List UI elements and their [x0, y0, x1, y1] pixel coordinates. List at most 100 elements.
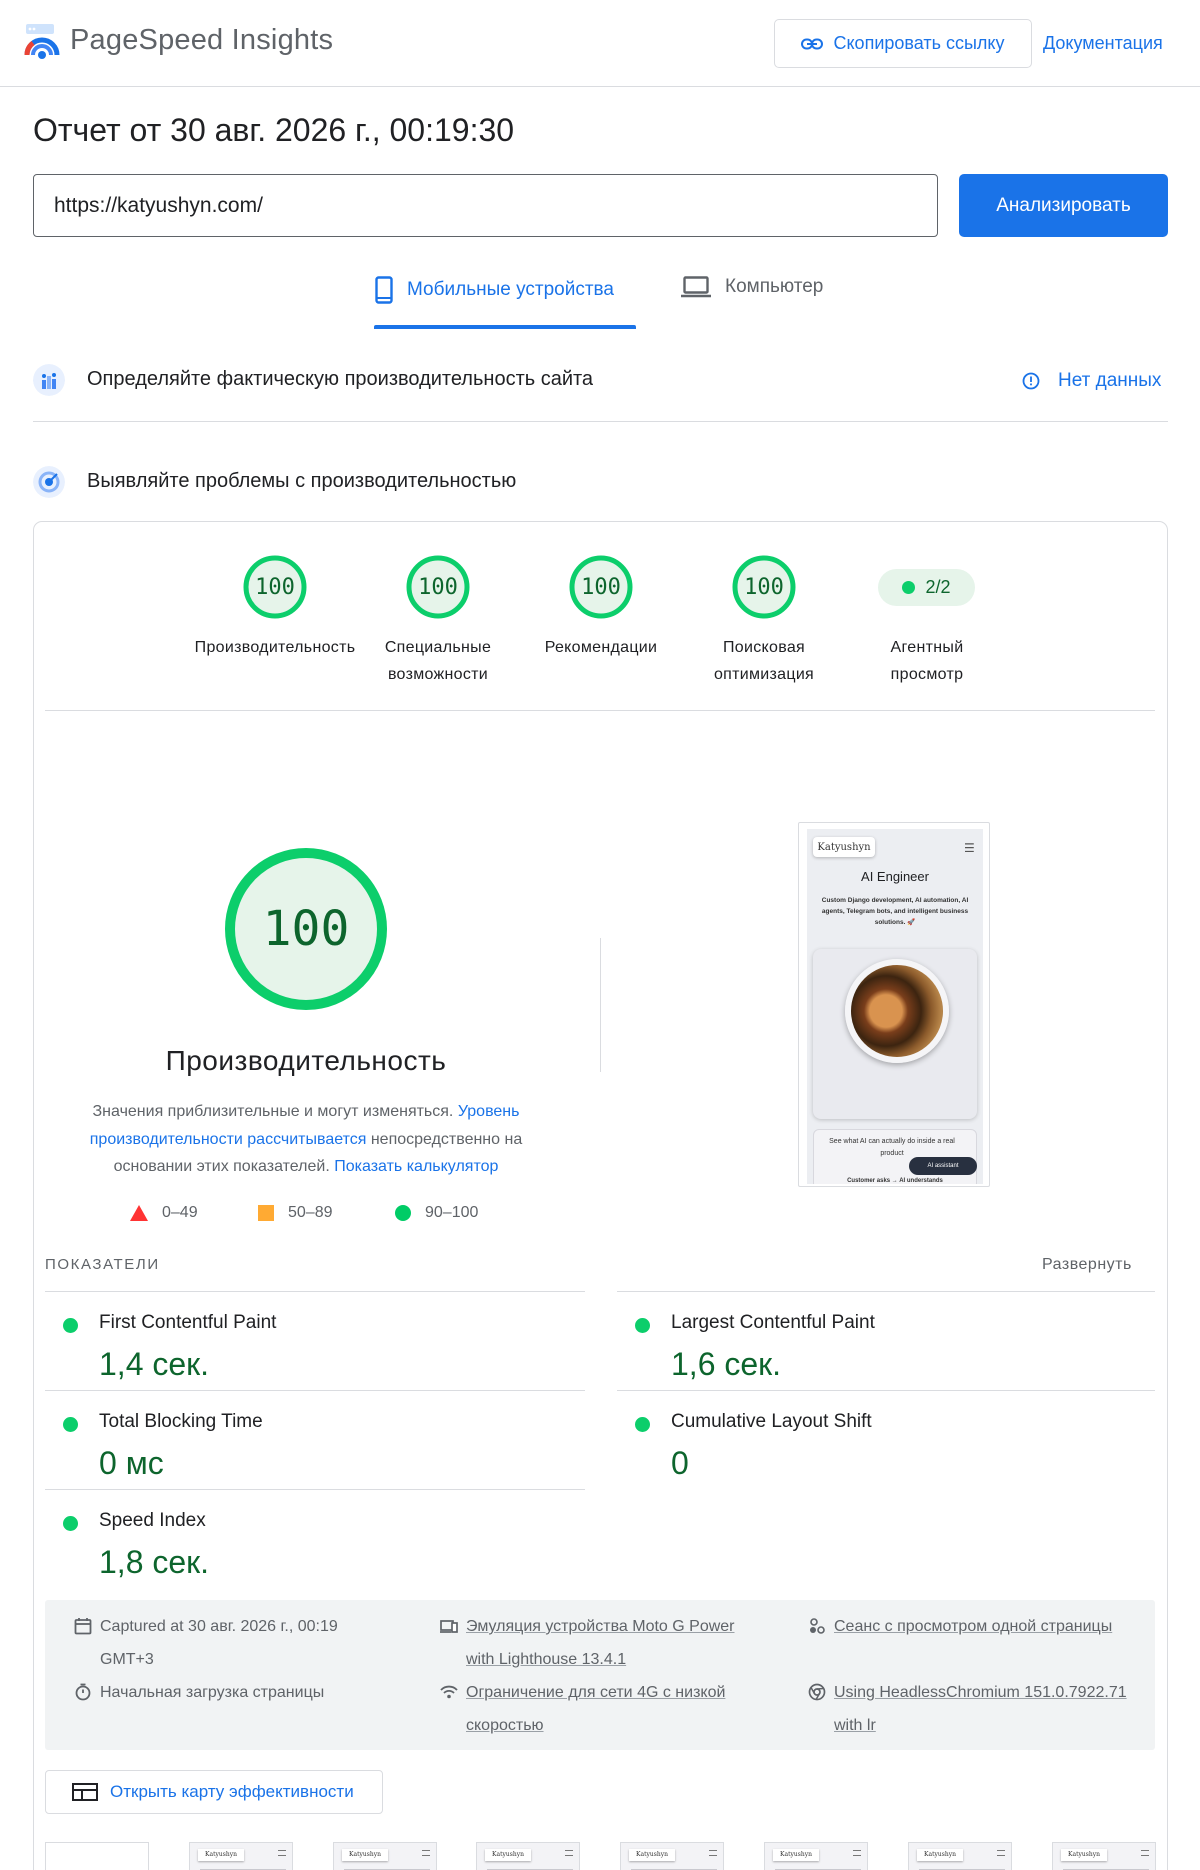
metrics-title: ПОКАЗАТЕЛИ: [45, 1256, 160, 1273]
treemap-icon: [72, 1783, 98, 1801]
url-input[interactable]: [33, 174, 938, 237]
legend-fail: 0–49: [130, 1204, 198, 1222]
tab-desktop[interactable]: Компьютер: [681, 276, 823, 298]
single-session-item[interactable]: Сеанс с просмотром одной страницы: [808, 1610, 1148, 1643]
screenshot-page: Katyushyn ☰ AI Engineer Custom Django de…: [807, 829, 983, 1184]
show-calculator-link[interactable]: Показать калькулятор: [334, 1158, 498, 1175]
vertical-divider: [600, 938, 601, 1072]
frame-brand: Katyushyn: [773, 1849, 819, 1861]
final-screenshot[interactable]: Katyushyn ☰ AI Engineer Custom Django de…: [798, 822, 990, 1187]
filmstrip-frame: Katyushyn: [764, 1842, 868, 1870]
legend-pass: 90–100: [395, 1204, 478, 1222]
performance-score-gauge[interactable]: 100: [242, 554, 308, 620]
lab-data-title: Выявляйте проблемы с производительностью: [87, 470, 517, 492]
metric-name: First Contentful Paint: [99, 1312, 277, 1333]
analyze-button[interactable]: Анализировать: [959, 174, 1168, 237]
pass-dot-icon: [902, 581, 916, 594]
app-title: PageSpeed Insights: [70, 24, 334, 56]
screenshot-ai-button: AI assistant: [909, 1157, 977, 1175]
metric-name: Total Blocking Time: [99, 1411, 263, 1432]
screenshot-bottom-text: Customer asks → AI understands: [847, 1178, 943, 1184]
link-icon: [801, 38, 824, 49]
screenshot-brand: Katyushyn: [813, 837, 875, 857]
frame-menu-icon: [853, 1850, 861, 1856]
legend-pass-range: 90–100: [425, 1204, 479, 1221]
captured-at-line-1: Captured at 30 авг. 2026 г., 00:19: [100, 1618, 338, 1635]
browser-version-item[interactable]: Using HeadlessChromium 151.0.7922.71 with…: [808, 1676, 1148, 1742]
filmstrip-frame: Katyushyn: [333, 1842, 437, 1870]
screenshot-text: Custom Django development, AI automation…: [821, 897, 969, 926]
captured-at-line-2: GMT+3: [100, 1651, 154, 1668]
calendar-icon: [74, 1618, 92, 1635]
seo-score-gauge[interactable]: 100: [731, 554, 797, 620]
frame-brand: Katyushyn: [629, 1849, 675, 1861]
performance-category-label: Производительность: [194, 639, 356, 656]
expand-metrics-toggle[interactable]: Развернуть: [1042, 1256, 1132, 1274]
active-tab-indicator: [374, 325, 636, 329]
agent-browsing-label: Агентный просмотр: [890, 639, 964, 683]
pass-dot-icon: [63, 1417, 78, 1432]
metric-lcp: Largest Contentful Paint 1,6 сек.: [617, 1292, 1157, 1390]
metric-tbt: Total Blocking Time 0 мс: [45, 1391, 585, 1489]
frame-menu-icon: [278, 1850, 286, 1856]
accessibility-score: 100: [418, 574, 458, 600]
best-practices-score: 100: [581, 574, 621, 600]
frame-menu-icon: [565, 1850, 573, 1856]
throttle-line-1: Ограничение для сети 4G с низкой: [466, 1684, 726, 1701]
report-title: Отчет от 30 авг. 2026 г., 00:19:30: [33, 112, 515, 148]
session-dots-icon: [810, 1618, 825, 1634]
mobile-phone-icon: [375, 276, 393, 304]
tab-mobile-label: Мобильные устройства: [407, 279, 614, 300]
metric-value: 1,4 сек.: [99, 1346, 210, 1382]
pass-circle-icon: [395, 1205, 411, 1221]
copy-link-button[interactable]: Скопировать ссылку: [774, 19, 1032, 68]
network-throttling-item[interactable]: Ограничение для сети 4G с низкой скорость…: [440, 1676, 770, 1742]
devices-icon: [440, 1620, 458, 1633]
documentation-link[interactable]: Документация: [1043, 33, 1163, 54]
frame-menu-icon: [709, 1850, 717, 1856]
legend-average: 50–89: [258, 1204, 333, 1222]
chrome-icon: [808, 1683, 826, 1701]
pass-dot-icon: [635, 1318, 650, 1333]
field-data-title: Определяйте фактическую производительнос…: [87, 368, 594, 390]
filmstrip-frame: Katyushyn: [189, 1842, 293, 1870]
view-treemap-button[interactable]: Открыть карту эффективности: [45, 1770, 383, 1814]
no-data-status[interactable]: Нет данных: [1022, 370, 1161, 392]
agent-browsing-value: 2/2: [925, 577, 951, 597]
treemap-label: Открыть карту эффективности: [110, 1782, 354, 1801]
section-divider: [33, 421, 1168, 422]
performance-title: Производительность: [165, 1045, 447, 1076]
legend-fail-range: 0–49: [162, 1204, 198, 1221]
initial-load-item: Начальная загрузка страницы: [74, 1676, 394, 1709]
device-emulation-item[interactable]: Эмуляция устройства Moto G Power with Lig…: [440, 1610, 770, 1676]
perf-desc-text-1: Значения приблизительные и могут изменят…: [92, 1103, 458, 1120]
fail-triangle-icon: [130, 1205, 148, 1221]
agent-browsing-badge[interactable]: 2/2: [878, 569, 975, 606]
wifi-signal-icon: [440, 1685, 458, 1699]
metric-cls: Cumulative Layout Shift 0: [617, 1391, 1157, 1489]
users-chart-icon: [33, 364, 65, 396]
metric-value: 0 мс: [99, 1445, 164, 1481]
accessibility-category-label: Специальные возможности: [384, 639, 492, 683]
laptop-icon: [681, 276, 711, 298]
accessibility-score-gauge[interactable]: 100: [405, 554, 471, 620]
screenshot-heading: AI Engineer: [861, 869, 929, 884]
filmstrip-frame: Katyushyn: [476, 1842, 580, 1870]
tab-mobile[interactable]: Мобильные устройства: [375, 276, 614, 304]
metric-value: 1,6 сек.: [671, 1346, 782, 1382]
frame-menu-icon: [1141, 1850, 1149, 1856]
metric-value: 0: [671, 1445, 689, 1481]
profile-photo: [845, 959, 949, 1063]
frame-menu-icon: [422, 1850, 430, 1856]
hamburger-menu-icon: ☰: [964, 841, 975, 855]
best-practices-score-gauge[interactable]: 100: [568, 554, 634, 620]
initial-load-label: Начальная загрузка страницы: [100, 1684, 325, 1701]
diagnose-gauge-icon: [33, 466, 65, 498]
metric-fcp: First Contentful Paint 1,4 сек.: [45, 1292, 585, 1390]
best-practices-category-label: Рекомендации: [544, 639, 658, 656]
browser-line-2: with lr: [834, 1717, 876, 1734]
seo-category-label: Поисковая оптимизация: [713, 639, 815, 683]
emulation-line-1: Эмуляция устройства Moto G Power: [466, 1618, 735, 1635]
seo-score: 100: [744, 574, 784, 600]
tab-desktop-label: Компьютер: [725, 276, 824, 297]
